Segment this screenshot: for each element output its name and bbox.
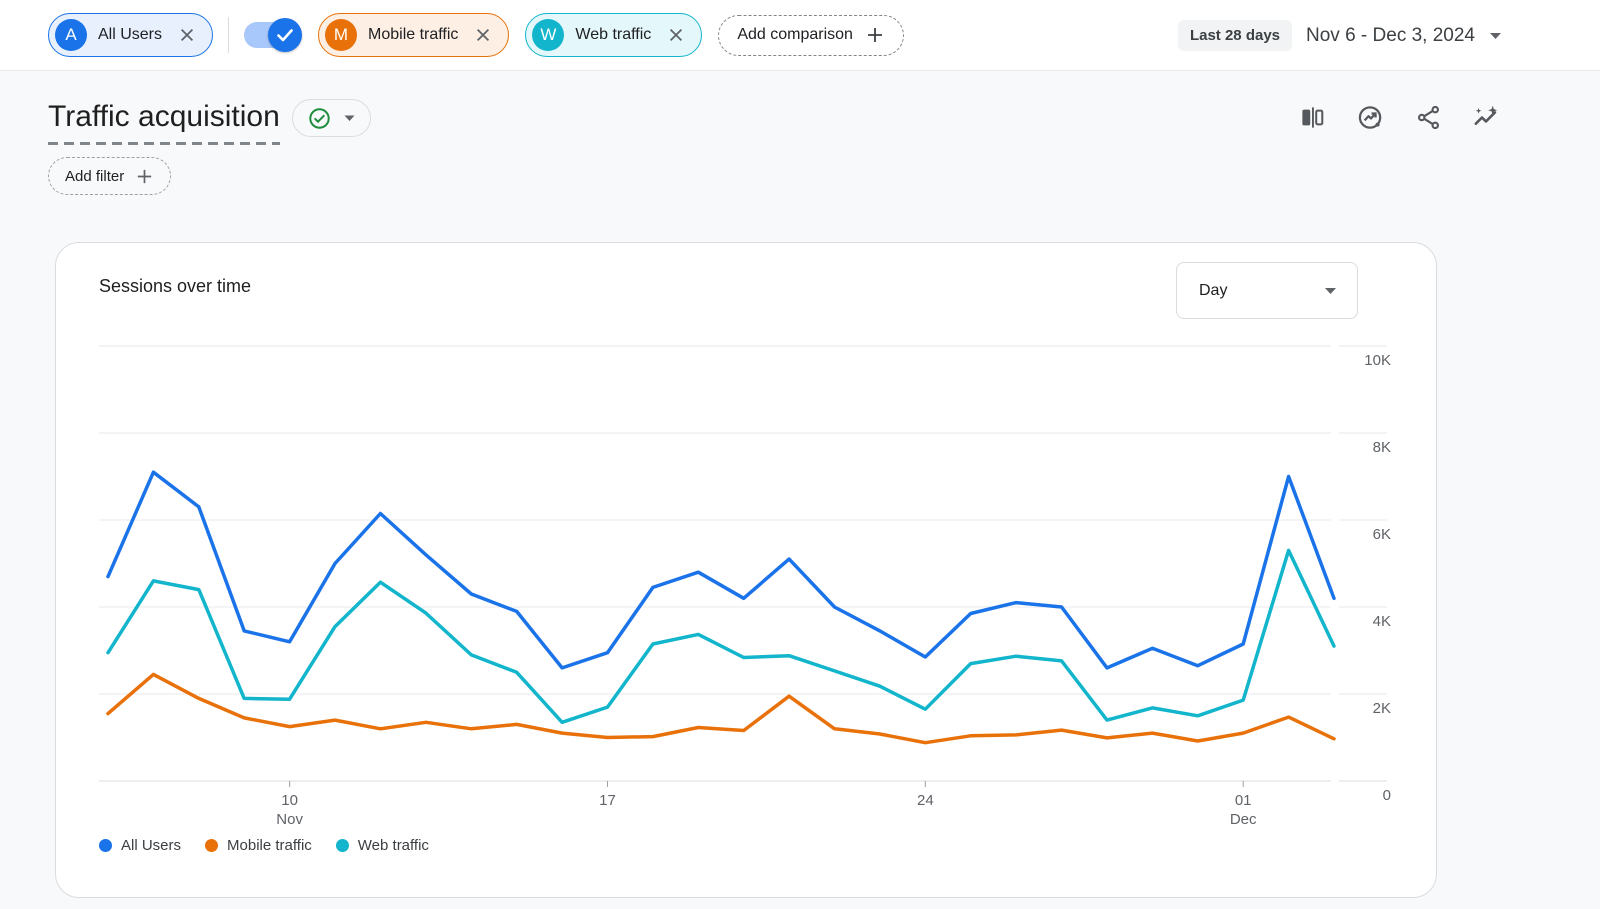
close-icon <box>474 26 492 44</box>
add-comparison-button[interactable]: Add comparison <box>718 15 904 56</box>
verified-check-icon <box>308 107 331 130</box>
add-comparison-label: Add comparison <box>737 26 853 44</box>
comparison-chip-all-users[interactable]: A All Users <box>48 13 213 57</box>
caret-down-icon <box>1489 32 1502 40</box>
y-axis-tick-label: 4K <box>1339 613 1391 630</box>
compare-reports-icon[interactable] <box>1299 104 1326 131</box>
x-axis-tick-label: 01Dec <box>1198 791 1288 829</box>
report-header: Traffic acquisition <box>48 98 371 145</box>
y-axis-tick-label: 6K <box>1339 526 1391 543</box>
legend-label: Web traffic <box>358 837 429 854</box>
date-range-preset-badge: Last 28 days <box>1178 20 1292 51</box>
all-users-avatar: A <box>55 19 87 51</box>
legend-dot-icon <box>205 839 218 852</box>
comparison-chip-mobile-traffic[interactable]: M Mobile traffic <box>318 13 509 57</box>
close-icon <box>178 26 196 44</box>
comparison-bar: A All Users M Mobile traffic W Web traff… <box>0 0 1600 71</box>
date-range-picker[interactable]: Last 28 days Nov 6 - Dec 3, 2024 <box>1178 0 1502 71</box>
insights-icon[interactable] <box>1357 104 1384 131</box>
add-filter-button[interactable]: Add filter <box>48 157 171 195</box>
y-axis-tick-label: 10K <box>1339 352 1391 369</box>
comparison-chip-label: Web traffic <box>575 26 651 44</box>
plus-icon <box>865 25 885 45</box>
web-traffic-avatar: W <box>532 19 564 51</box>
mobile-traffic-avatar: M <box>325 19 357 51</box>
legend-dot-icon <box>99 839 112 852</box>
report-status-menu[interactable] <box>292 99 371 137</box>
comparison-chip-label: Mobile traffic <box>368 26 458 44</box>
y-axis-tick-label: 0 <box>1339 787 1391 804</box>
chip-divider <box>228 17 229 53</box>
close-icon <box>667 26 685 44</box>
comparison-chip-label: All Users <box>98 26 162 44</box>
trend-sparkle-icon[interactable] <box>1473 104 1500 131</box>
x-axis-tick-label: 10Nov <box>245 791 335 829</box>
caret-down-icon <box>344 115 355 122</box>
remove-comparison-button[interactable] <box>472 24 494 46</box>
share-icon[interactable] <box>1415 104 1442 131</box>
legend-item: All Users <box>99 837 181 854</box>
legend-item: Mobile traffic <box>205 837 312 854</box>
comparison-chip-web-traffic[interactable]: W Web traffic <box>525 13 702 57</box>
remove-comparison-button[interactable] <box>176 24 198 46</box>
toggle-thumb <box>268 18 302 52</box>
chart-legend: All Users Mobile traffic Web traffic <box>99 837 429 854</box>
y-axis-tick-label: 2K <box>1339 700 1391 717</box>
sessions-over-time-card: Sessions over time Day 10K8K6K4K2K0 10No… <box>55 242 1437 898</box>
legend-label: Mobile traffic <box>227 837 312 854</box>
add-filter-label: Add filter <box>65 168 124 185</box>
remove-comparison-button[interactable] <box>665 24 687 46</box>
comparison-toggle[interactable] <box>244 18 302 52</box>
legend-dot-icon <box>336 839 349 852</box>
y-axis-tick-label: 8K <box>1339 439 1391 456</box>
plus-icon <box>135 167 154 186</box>
report-toolbar <box>1299 104 1500 131</box>
x-axis-tick-label: 24 <box>880 791 970 810</box>
legend-item: Web traffic <box>336 837 429 854</box>
legend-label: All Users <box>121 837 181 854</box>
check-icon <box>277 29 293 42</box>
x-axis-tick-label: 17 <box>562 791 652 810</box>
date-range-text: Nov 6 - Dec 3, 2024 <box>1306 25 1475 47</box>
page-title: Traffic acquisition <box>48 98 280 145</box>
